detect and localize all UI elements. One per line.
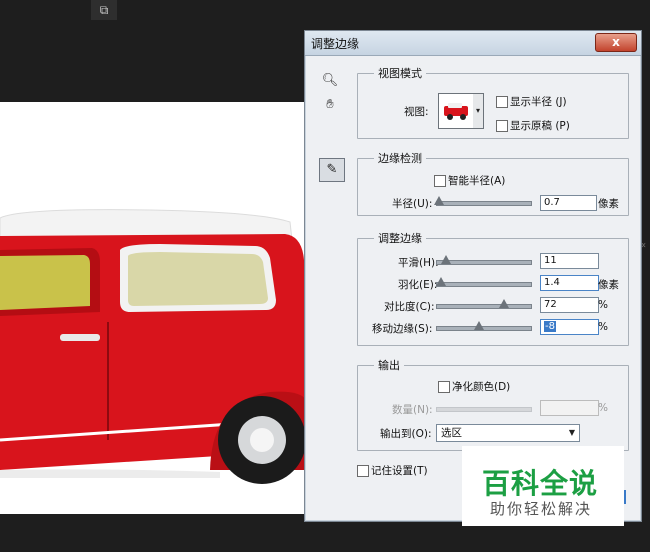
hand-icon[interactable]: ✋︎ (319, 95, 341, 115)
radius-slider[interactable] (436, 201, 532, 206)
show-original-label: 显示原稿 (P) (510, 120, 570, 132)
car-window-front (0, 255, 90, 310)
show-radius-checkbox[interactable] (496, 96, 508, 108)
edge-detection-group: 边缘检测 智能半径(A) 半径(U): 0.7 像素 (357, 150, 629, 216)
car-window-rear (128, 252, 268, 306)
smart-radius-label: 智能半径(A) (448, 175, 506, 187)
output-label: 输出 (374, 357, 404, 373)
radius-input[interactable]: 0.7 (540, 195, 597, 211)
shift-edge-unit: % (598, 321, 608, 333)
view-thumbnail[interactable] (438, 93, 474, 129)
door-handle (60, 334, 100, 341)
smooth-slider-thumb[interactable] (441, 255, 452, 264)
amount-input (540, 400, 599, 416)
contrast-slider-thumb[interactable] (498, 299, 509, 308)
view-label: 视图: (404, 106, 429, 118)
feather-unit: 像素 (598, 279, 619, 291)
dialog-titlebar[interactable]: 调整边缘 x (305, 31, 641, 56)
contrast-unit: % (598, 299, 608, 311)
dialog-title: 调整边缘 (311, 37, 360, 51)
ok-button-edge[interactable] (624, 490, 626, 504)
shift-edge-value: -8 (544, 321, 556, 332)
tool-column: 🔍︎ ✋︎ (319, 71, 345, 119)
output-to-value: 选区 (441, 427, 462, 439)
output-to-label: 输出到(O): (380, 428, 432, 440)
smooth-label: 平滑(H): (398, 257, 439, 269)
smart-radius-checkbox[interactable] (434, 175, 446, 187)
feather-slider[interactable] (436, 282, 532, 287)
output-group: 输出 净化颜色(D) 数量(N): % 输出到(O): 选区 ▼ (357, 357, 629, 451)
edge-detection-label: 边缘检测 (374, 150, 426, 166)
feather-label: 羽化(E): (398, 279, 438, 291)
car-thumbnail-icon (444, 103, 468, 120)
shift-edge-label: 移动边缘(S): (372, 323, 433, 335)
output-to-select[interactable]: 选区 ▼ (436, 424, 580, 442)
contrast-input[interactable]: 72 (540, 297, 599, 313)
show-radius-label: 显示半径 (J) (510, 96, 567, 108)
amount-label: 数量(N): (392, 404, 433, 416)
radius-unit: 像素 (598, 198, 619, 210)
feather-input[interactable]: 1.4 (540, 275, 599, 291)
watermark-subtitle: 助你轻松解决 (490, 500, 593, 518)
contrast-slider[interactable] (436, 304, 532, 309)
decontaminate-checkbox[interactable] (438, 381, 450, 393)
adjust-edge-group: 调整边缘 平滑(H): 11 羽化(E): 1.4 像素 对比度(C): 72 … (357, 230, 629, 346)
magnifier-icon[interactable]: 🔍︎ (319, 71, 341, 91)
adjust-edge-label: 调整边缘 (374, 230, 426, 246)
remember-settings-checkbox[interactable] (357, 465, 369, 477)
watermark-logo: 百科全说 助你轻松解决 (462, 446, 624, 526)
smooth-input[interactable]: 11 (540, 253, 599, 269)
feather-slider-thumb[interactable] (435, 277, 446, 286)
remember-settings-label: 记住设置(T) (371, 465, 428, 477)
shift-edge-input[interactable]: -8 (540, 319, 599, 335)
car-image (0, 209, 306, 484)
amount-unit: % (598, 402, 608, 414)
chevron-down-icon: ▼ (568, 428, 575, 437)
shift-edge-slider-thumb[interactable] (474, 321, 485, 330)
contrast-label: 对比度(C): (384, 301, 435, 313)
watermark-title: 百科全说 (482, 467, 599, 500)
radius-label: 半径(U): (392, 198, 433, 210)
view-dropdown-arrow[interactable]: ▾ (473, 93, 484, 129)
view-mode-label: 视图模式 (374, 65, 426, 81)
view-mode-group: 视图模式 视图: ▾ 显示半径 (J) 显示原稿 (P) (357, 65, 629, 139)
amount-slider (436, 407, 532, 412)
radius-slider-thumb[interactable] (433, 196, 444, 205)
refine-brush-icon[interactable]: ✎ (319, 158, 345, 182)
close-button[interactable]: x (595, 33, 637, 52)
show-original-checkbox[interactable] (496, 120, 508, 132)
decontaminate-label: 净化颜色(D) (452, 381, 511, 393)
